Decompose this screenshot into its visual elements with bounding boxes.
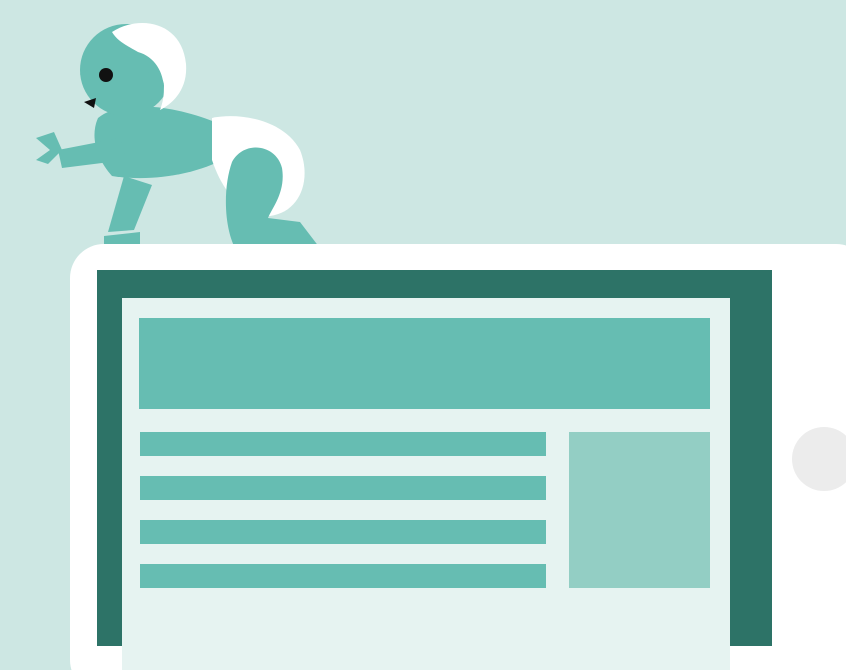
webpage-text-line [140, 432, 546, 456]
crawling-baby-figure [36, 22, 326, 256]
baby-leg [225, 147, 326, 256]
baby-mouth [84, 98, 96, 108]
tablet-screen [97, 270, 772, 670]
baby-front-hand [36, 132, 62, 164]
webpage-mockup [122, 298, 730, 670]
webpage-image-placeholder [569, 432, 710, 588]
baby-eye [99, 68, 113, 82]
baby-back-arm [108, 176, 152, 232]
webpage-text-line [140, 476, 546, 500]
tablet-device [70, 244, 846, 670]
illustration-scene [0, 0, 846, 670]
webpage-text-line [140, 520, 546, 544]
webpage-text-line [140, 564, 546, 588]
webpage-header-block [139, 318, 710, 409]
baby-ear [136, 72, 164, 100]
tablet-home-button [792, 427, 846, 491]
